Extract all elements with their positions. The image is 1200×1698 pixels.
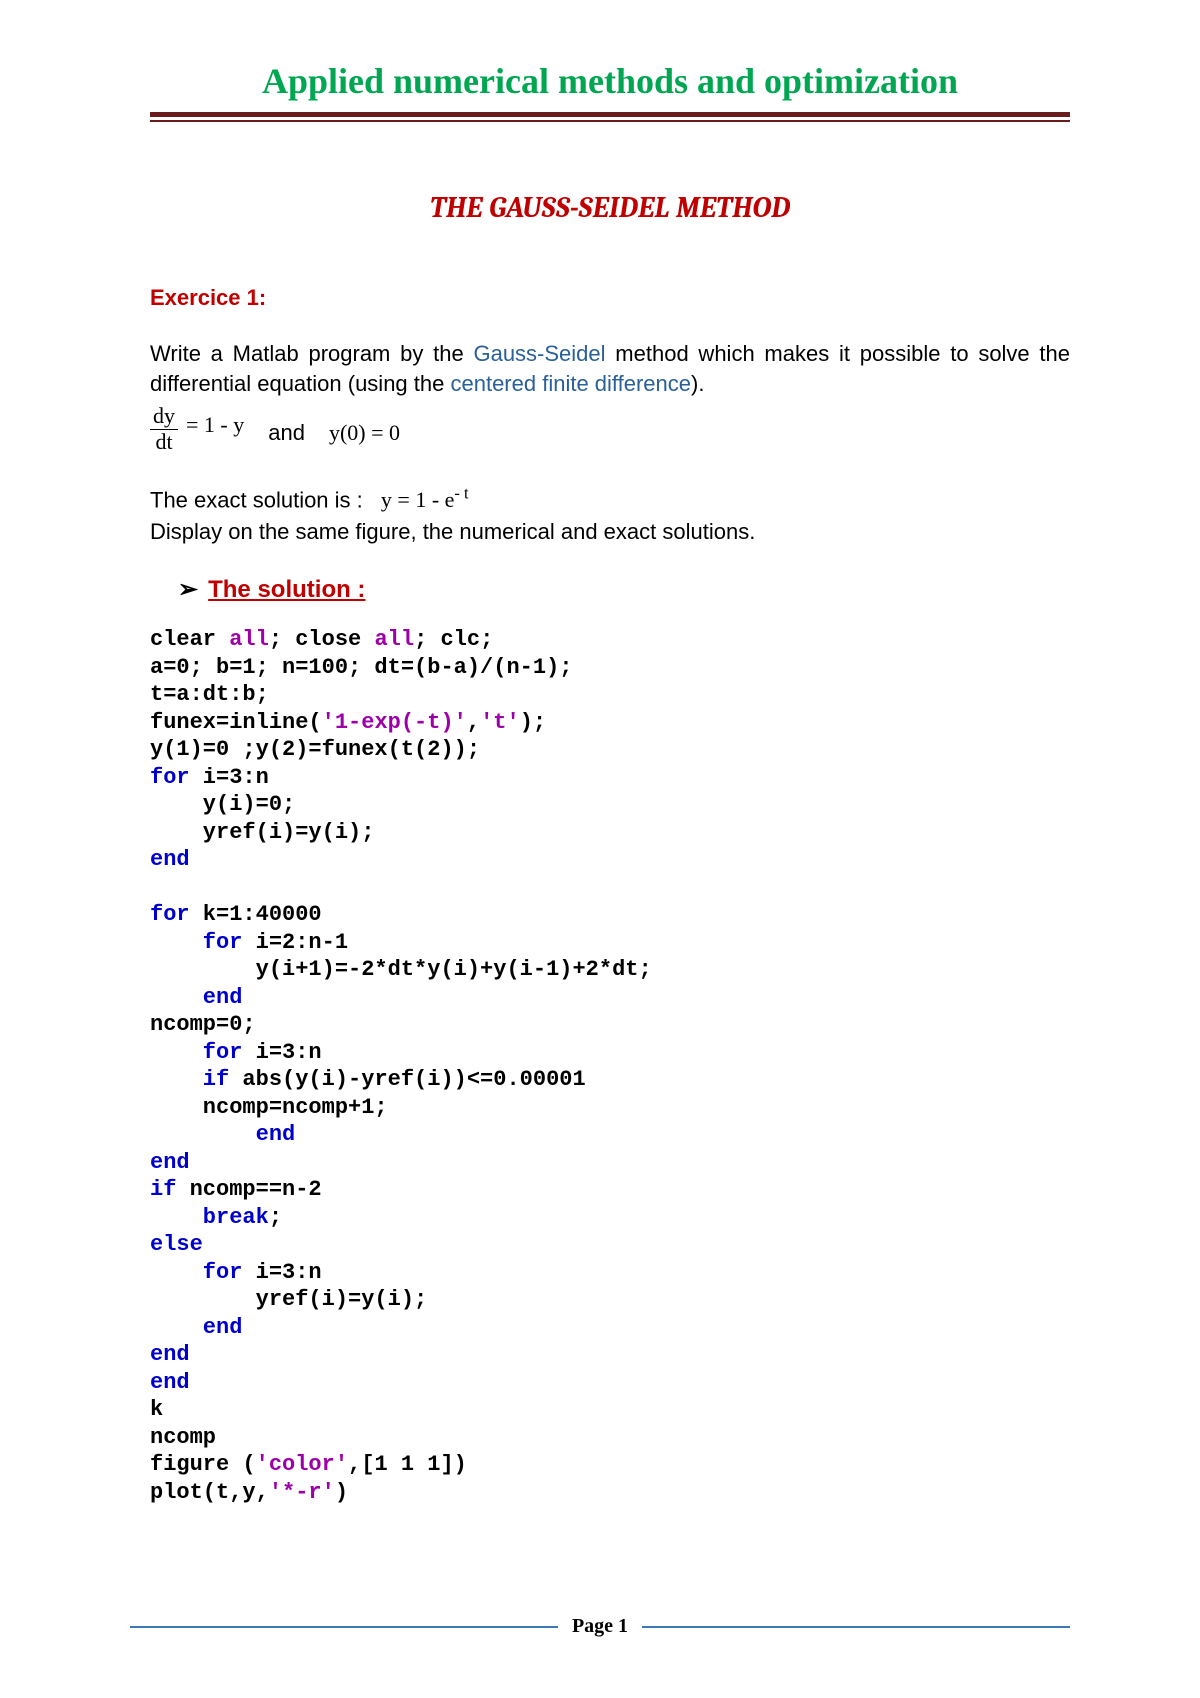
code-l09: end [150, 847, 190, 872]
code-l04c: , [467, 710, 480, 735]
code-l30b: 'color' [256, 1452, 348, 1477]
code-l01b: all [229, 627, 269, 652]
code-l25: end [150, 1315, 242, 1340]
code-l20a: if [150, 1177, 176, 1202]
code-l29: ncomp [150, 1425, 216, 1450]
code-l21a: break [150, 1205, 269, 1230]
code-l23b: i=3:n [242, 1260, 321, 1285]
exact-lhs: y = 1 - e [381, 487, 455, 512]
code-l02: a=0; b=1; n=100; dt=(b-a)/(n-1); [150, 655, 572, 680]
solution-heading-text: The solution : [208, 576, 365, 604]
desc-method: Gauss-Seidel [473, 341, 605, 366]
code-block: clear all; close all; clc; a=0; b=1; n=1… [150, 626, 1070, 1506]
code-l05: y(1)=0 ;y(2)=funex(t(2)); [150, 737, 480, 762]
code-l22: else [150, 1232, 203, 1257]
code-l23a: for [150, 1260, 242, 1285]
code-l04b: '1-exp(-t)' [322, 710, 467, 735]
document-title: THE GAUSS-SEIDEL METHOD [150, 192, 1070, 225]
code-l18: end [150, 1122, 295, 1147]
solution-heading: ➢ The solution : [178, 575, 1070, 604]
display-instruction: Display on the same figure, the numerica… [150, 519, 1070, 545]
desc-post: ). [691, 371, 704, 396]
code-l17: ncomp=ncomp+1; [150, 1095, 388, 1120]
fraction-dy-dt: dy dt [150, 404, 178, 453]
code-l03: t=a:dt:b; [150, 682, 269, 707]
exercise-description: Write a Matlab program by the Gauss-Seid… [150, 339, 1070, 398]
code-l12: y(i+1)=-2*dt*y(i)+y(i-1)+2*dt; [150, 957, 652, 982]
equation-row: dy dt = 1 - y and y(0) = 0 [150, 404, 1070, 453]
code-l07: y(i)=0; [150, 792, 295, 817]
code-l30c: ,[1 1 1]) [348, 1452, 467, 1477]
code-l01c: ; close [269, 627, 375, 652]
code-l16b: abs(y(i)-yref(i))<=0.00001 [229, 1067, 585, 1092]
code-l10b: k=1:40000 [190, 902, 322, 927]
fraction-denominator: dt [152, 430, 175, 454]
code-l31a: plot(t,y, [150, 1480, 269, 1505]
page-number: Page 1 [572, 1615, 628, 1638]
exact-label: The exact solution is : [150, 487, 363, 512]
header-title: Applied numerical methods and optimizati… [150, 60, 1070, 102]
arrow-icon: ➢ [178, 575, 198, 604]
code-l27: end [150, 1370, 190, 1395]
code-l16a: if [150, 1067, 229, 1092]
code-l19: end [150, 1150, 190, 1175]
footer: Page 1 [130, 1615, 1070, 1638]
code-l04e: ); [520, 710, 546, 735]
footer-line-right [642, 1626, 1070, 1628]
code-l31b: '*-r' [269, 1480, 335, 1505]
code-l13: end [150, 985, 242, 1010]
initial-condition: y(0) = 0 [329, 420, 400, 454]
exact-sup: - t [454, 484, 468, 503]
code-l28: k [150, 1397, 163, 1422]
code-l15a: for [150, 1040, 242, 1065]
code-l24: yref(i)=y(i); [150, 1287, 427, 1312]
code-l01a: clear [150, 627, 229, 652]
code-l10a: for [150, 902, 190, 927]
code-l08: yref(i)=y(i); [150, 820, 374, 845]
code-l26: end [150, 1342, 190, 1367]
code-l14: ncomp=0; [150, 1012, 256, 1037]
code-l31c: ) [335, 1480, 348, 1505]
exact-equation: y = 1 - e- t [381, 487, 469, 512]
and-word: and [268, 420, 305, 454]
desc-pre: Write a Matlab program by the [150, 341, 473, 366]
code-l30a: figure ( [150, 1452, 256, 1477]
code-l04d: 't' [480, 710, 520, 735]
code-l20b: ncomp==n-2 [176, 1177, 321, 1202]
code-l21b: ; [269, 1205, 282, 1230]
code-l06b: i=3:n [190, 765, 269, 790]
code-l15b: i=3:n [242, 1040, 321, 1065]
equation-rhs: = 1 - y [186, 412, 244, 446]
code-l11a: for [150, 930, 242, 955]
exercise-label: Exercice 1: [150, 285, 1070, 311]
header-rule [150, 112, 1070, 122]
fraction-numerator: dy [150, 404, 178, 429]
code-l04a: funex=inline( [150, 710, 322, 735]
code-l06a: for [150, 765, 190, 790]
code-l01d: all [374, 627, 414, 652]
footer-line-left [130, 1626, 558, 1628]
exact-solution-line: The exact solution is : y = 1 - e- t [150, 484, 1070, 513]
desc-cfd: centered finite difference [450, 371, 691, 396]
code-l11b: i=2:n-1 [242, 930, 348, 955]
code-l01e: ; clc; [414, 627, 493, 652]
